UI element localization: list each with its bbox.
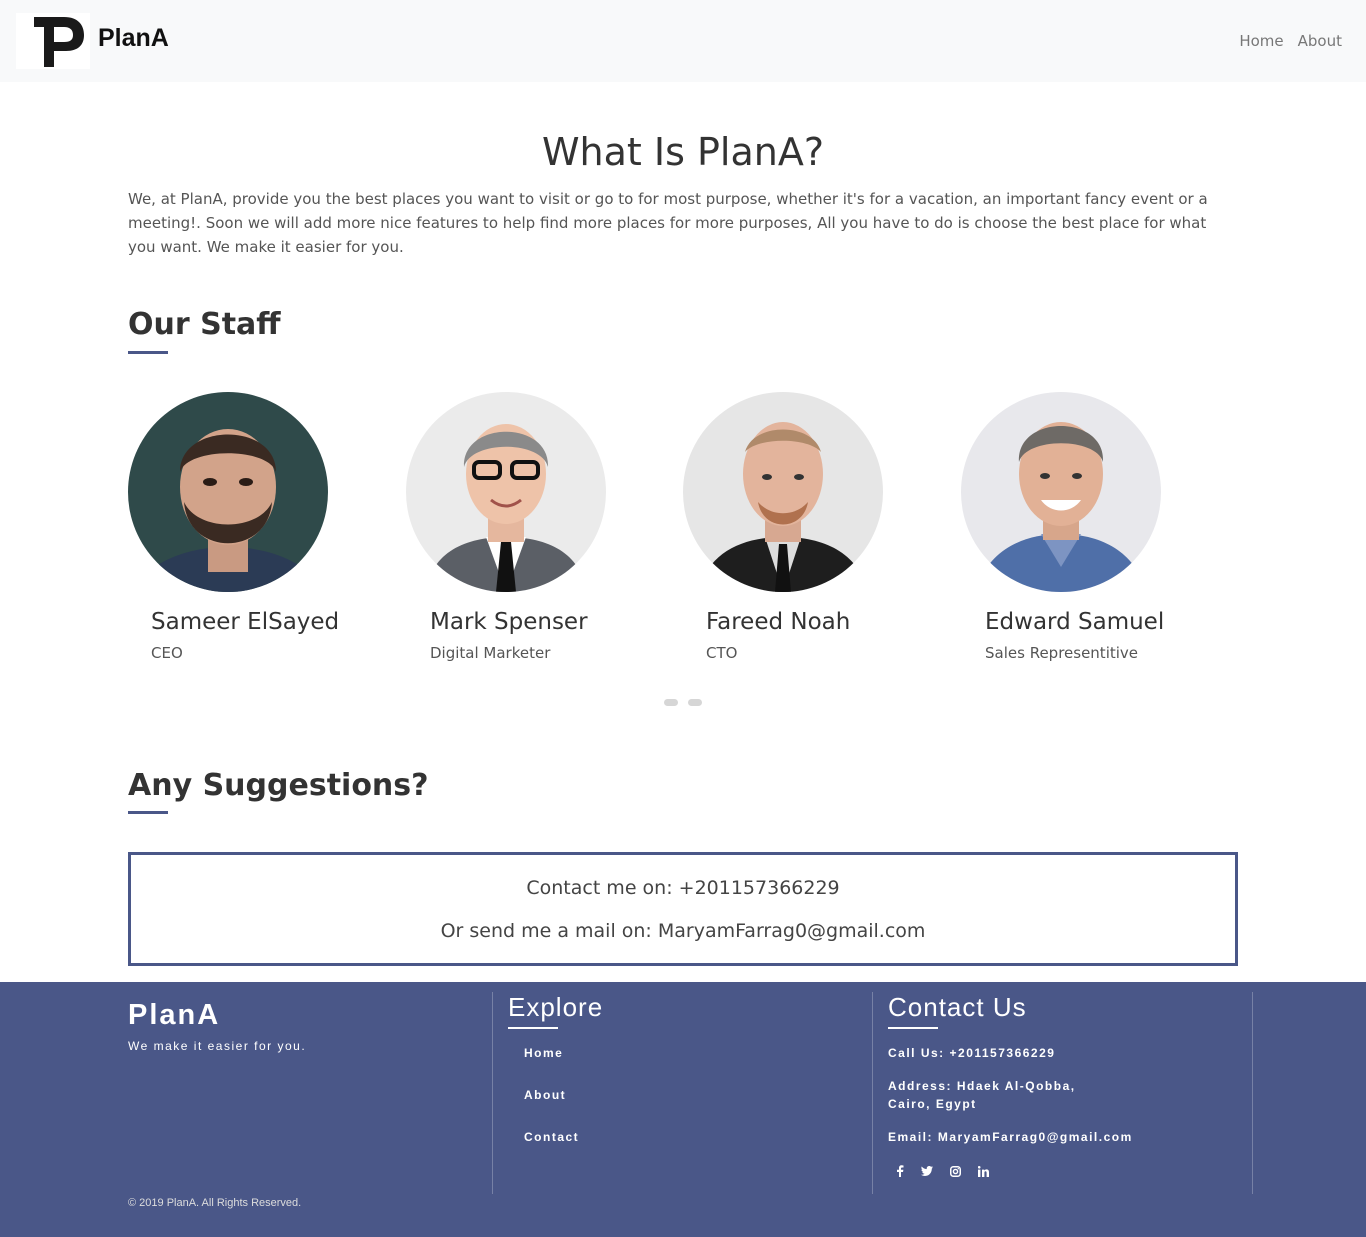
staff-role: Digital Marketer <box>430 644 551 662</box>
footer-contact-underline <box>888 1027 938 1029</box>
staff-role: Sales Representitive <box>985 644 1139 662</box>
avatar <box>406 392 606 592</box>
footer-explore-underline <box>508 1027 558 1029</box>
staff-section-title: Our Staff <box>128 307 281 342</box>
copyright: © 2019 PlanA. All Rights Reserved. <box>128 1197 302 1209</box>
contact-mail-line: Or send me a mail on: MaryamFarrag0@gmai… <box>440 920 926 942</box>
twitter-icon[interactable] <box>919 1163 935 1179</box>
carousel-dots <box>664 699 702 706</box>
footer-divider <box>492 992 493 1194</box>
footer-divider <box>872 992 873 1194</box>
avatar <box>683 392 883 592</box>
carousel-dot[interactable] <box>664 699 678 706</box>
staff-role: CEO <box>151 644 183 662</box>
plana-logo-icon <box>34 17 84 67</box>
footer-address-line-1: Address: Hdaek Al-Qobba, <box>888 1079 1076 1093</box>
footer-link-about[interactable]: About <box>524 1088 566 1102</box>
staff-name: Mark Spenser <box>430 609 588 635</box>
footer-link-home[interactable]: Home <box>524 1046 563 1060</box>
avatar <box>961 392 1161 592</box>
instagram-icon[interactable] <box>947 1163 963 1179</box>
staff-name: Sameer ElSayed <box>151 609 340 635</box>
contact-phone-line: Contact me on: +201157366229 <box>526 877 840 899</box>
logo[interactable] <box>16 13 90 69</box>
avatar <box>128 392 328 592</box>
footer-address-line-2: Cairo, Egypt <box>888 1097 977 1111</box>
staff-card: Edward Samuel Sales Representitive <box>961 392 1201 662</box>
suggestions-section-title: Any Suggestions? <box>128 768 429 803</box>
footer-explore-title: Explore <box>508 992 604 1022</box>
nav-links: Home About <box>1239 32 1342 50</box>
facebook-icon[interactable] <box>892 1163 908 1179</box>
about-text: We, at PlanA, provide you the best place… <box>128 190 1208 256</box>
footer-divider <box>1252 992 1253 1194</box>
brand-name[interactable]: PlanA <box>98 24 169 53</box>
staff-card: Mark Spenser Digital Marketer <box>406 392 646 662</box>
staff-title-underline <box>128 351 168 354</box>
footer: PlanA We make it easier for you. Explore… <box>0 982 1366 1237</box>
staff-role: CTO <box>706 644 738 662</box>
staff-card: Fareed Noah CTO <box>683 392 923 662</box>
staff-card: Sameer ElSayed CEO <box>128 392 368 662</box>
footer-contact-title: Contact Us <box>888 992 1027 1022</box>
navbar: PlanA Home About <box>0 0 1366 82</box>
linkedin-icon[interactable] <box>975 1163 991 1179</box>
suggestions-title-underline <box>128 811 168 814</box>
footer-call: Call Us: +201157366229 <box>888 1046 1056 1060</box>
about-title: What Is PlanA? <box>541 130 824 174</box>
staff-name: Fareed Noah <box>706 609 851 635</box>
contact-box: Contact me on: +201157366229 Or send me … <box>128 852 1238 966</box>
nav-about-link[interactable]: About <box>1298 32 1342 50</box>
footer-tagline: We make it easier for you. <box>128 1039 307 1053</box>
carousel-dot[interactable] <box>688 699 702 706</box>
footer-email: Email: MaryamFarrag0@gmail.com <box>888 1130 1133 1144</box>
footer-brand: PlanA <box>128 999 221 1031</box>
footer-link-contact[interactable]: Contact <box>524 1130 579 1144</box>
staff-name: Edward Samuel <box>985 609 1165 635</box>
nav-home-link[interactable]: Home <box>1239 32 1283 50</box>
